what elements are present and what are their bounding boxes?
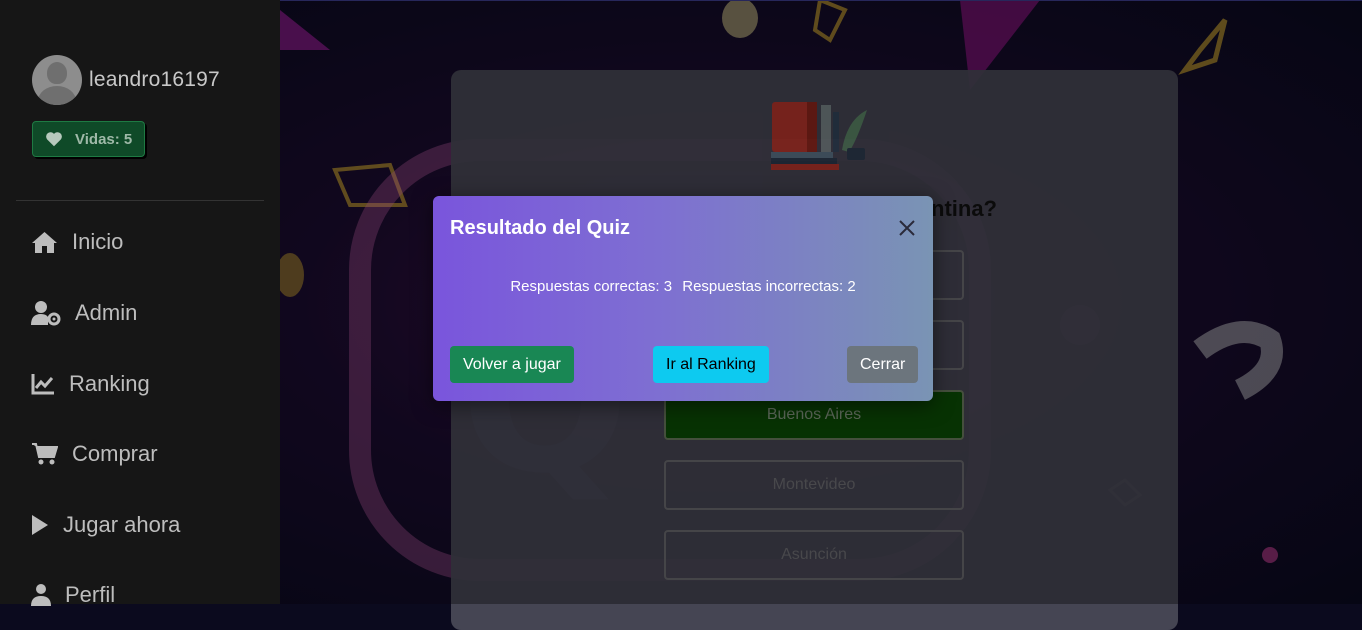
lives-badge: Vidas: 5 (32, 121, 146, 157)
home-icon (32, 232, 57, 253)
user-icon (31, 584, 51, 606)
cart-icon (32, 443, 58, 465)
lives-label: Vidas: 5 (75, 130, 133, 148)
correct-answers-text: Respuestas correctas: 3 (510, 278, 673, 295)
sidebar-item-label: Comprar (72, 441, 158, 466)
user-profile: leandro16197 (32, 55, 220, 105)
sidebar-item-label: Perfil (65, 582, 116, 607)
result-modal: Resultado del Quiz Respuestas correctas:… (433, 196, 933, 401)
username: leandro16197 (89, 68, 220, 91)
sidebar-item-comprar[interactable]: Comprar (31, 441, 158, 467)
incorrect-answers-text: Respuestas incorrectas: 2 (682, 278, 856, 295)
modal-title: Resultado del Quiz (450, 217, 631, 239)
go-to-ranking-button[interactable]: Ir al Ranking (653, 346, 769, 383)
quiz-results: Respuestas correctas: 3 Respuestas incor… (433, 278, 933, 295)
heart-icon (46, 132, 62, 147)
sidebar-item-label: Ranking (69, 371, 150, 396)
sidebar-item-jugar-ahora[interactable]: Jugar ahora (31, 512, 180, 538)
chart-line-icon (31, 374, 54, 395)
sidebar-item-ranking[interactable]: Ranking (31, 371, 150, 397)
sidebar-divider (16, 200, 264, 201)
close-button[interactable]: Cerrar (847, 346, 919, 383)
play-icon (32, 515, 48, 535)
sidebar: leandro16197 Vidas: 5 Inicio Admin Ranki… (0, 0, 280, 607)
sidebar-item-perfil[interactable]: Perfil (31, 582, 115, 608)
sidebar-item-label: Inicio (72, 229, 124, 254)
sidebar-item-label: Admin (75, 300, 138, 325)
user-gear-icon (31, 301, 61, 326)
sidebar-item-label: Jugar ahora (63, 512, 181, 537)
avatar (32, 55, 82, 105)
sidebar-item-admin[interactable]: Admin (31, 300, 137, 326)
close-icon[interactable] (895, 216, 919, 240)
sidebar-item-inicio[interactable]: Inicio (31, 229, 123, 255)
replay-button[interactable]: Volver a jugar (450, 346, 574, 383)
